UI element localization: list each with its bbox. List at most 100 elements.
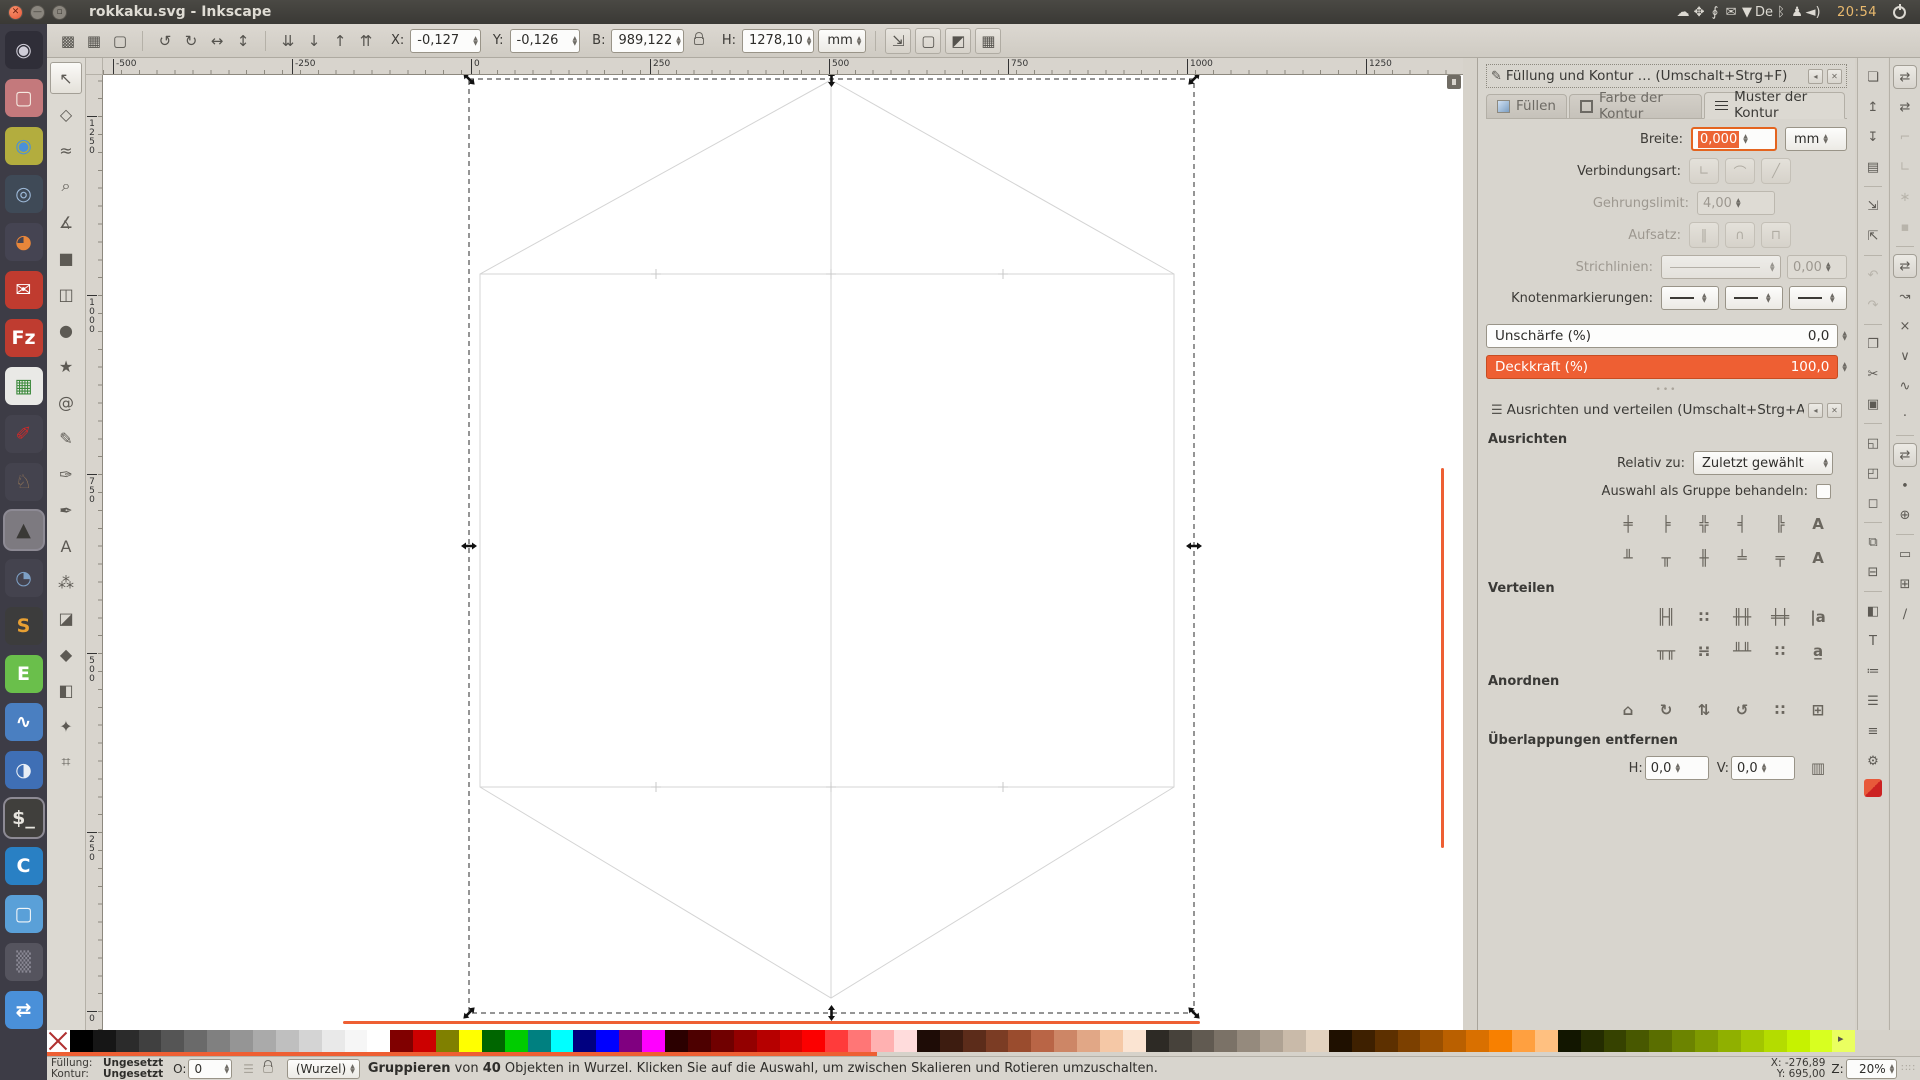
palette-swatch[interactable] — [1192, 1030, 1215, 1052]
ungroup-objects[interactable]: ⊟ — [1861, 560, 1885, 584]
palette-swatch[interactable] — [551, 1030, 574, 1052]
select-all[interactable]: ▩ — [55, 28, 81, 54]
affect-stroke-toggle[interactable]: ⇲ — [885, 28, 911, 54]
palette-swatch[interactable] — [505, 1030, 528, 1052]
overlap-h-field[interactable]: 0,0▲▼ — [1645, 756, 1709, 780]
snap-paths[interactable]: ↝ — [1893, 284, 1917, 308]
star-tool[interactable]: ★ — [50, 350, 82, 382]
palette-swatch[interactable] — [276, 1030, 299, 1052]
gradient-tool[interactable]: ◧ — [50, 674, 82, 706]
palette-swatch[interactable] — [345, 1030, 368, 1052]
mid-marker-select[interactable]: ▲▼ — [1725, 286, 1783, 310]
fill-stroke-header[interactable]: ✎ Füllung und Kontur … (Umschalt+Strg+F)… — [1486, 64, 1847, 88]
snap-bbox-corners[interactable]: ∟ — [1893, 155, 1917, 179]
xml-editor[interactable]: ≔ — [1861, 659, 1885, 683]
align-right-edges[interactable]: ╡ — [1727, 511, 1757, 537]
palette-swatch[interactable] — [1123, 1030, 1146, 1052]
join-round-button[interactable]: ⌒ — [1725, 158, 1755, 184]
palette-swatch[interactable] — [802, 1030, 825, 1052]
palette-swatch[interactable] — [161, 1030, 184, 1052]
overlap-v-field[interactable]: 0,0▲▼ — [1731, 756, 1795, 780]
copy[interactable]: ❐ — [1861, 332, 1885, 356]
snap-nodes[interactable]: ⇄ — [1893, 254, 1917, 278]
lower[interactable]: ↓ — [301, 28, 327, 54]
group-objects[interactable]: ⧉ — [1861, 530, 1885, 554]
palette-swatch[interactable] — [93, 1030, 116, 1052]
import-image[interactable]: ⇲ — [1861, 194, 1885, 218]
lower-to-bottom[interactable]: ⇊ — [275, 28, 301, 54]
palette-swatch[interactable] — [825, 1030, 848, 1052]
palette-swatch[interactable] — [1260, 1030, 1283, 1052]
redo[interactable]: ↷ — [1861, 293, 1885, 317]
align-top-edges[interactable]: ╥ — [1651, 545, 1681, 571]
box3d-tool[interactable]: ◫ — [50, 278, 82, 310]
align-dialog[interactable]: ☰ — [1861, 689, 1885, 713]
palette-swatch[interactable] — [1695, 1030, 1718, 1052]
notifications-bell-icon[interactable]: ♟ — [1789, 5, 1805, 20]
rectangle-tool[interactable]: ■ — [50, 242, 82, 274]
snap-bbox-centers[interactable]: ▪ — [1893, 215, 1917, 239]
palette-swatch[interactable] — [711, 1030, 734, 1052]
x-field[interactable]: -0,127▲▼ — [410, 29, 481, 53]
rokkaku-hexagon-outline[interactable] — [480, 80, 1174, 998]
bucket-fill-tool[interactable]: ◆ — [50, 638, 82, 670]
align-left-edges[interactable]: ╞ — [1651, 511, 1681, 537]
spin-arrows-icon[interactable]: ▲▼ — [573, 36, 578, 46]
raise[interactable]: ↑ — [327, 28, 353, 54]
mail-icon[interactable]: ✉ — [1723, 5, 1739, 20]
preferences-dialog[interactable]: ⚙ — [1861, 749, 1885, 773]
palette-swatch[interactable] — [734, 1030, 757, 1052]
palette-swatch[interactable] — [619, 1030, 642, 1052]
terminal-app[interactable]: $_ — [5, 799, 43, 837]
palette-swatch[interactable] — [871, 1030, 894, 1052]
unit-select[interactable]: mm▲▼ — [818, 29, 866, 53]
palette-swatch[interactable] — [299, 1030, 322, 1052]
snap-grids[interactable]: ⊞ — [1893, 572, 1917, 596]
rotate-cw[interactable]: ↻ — [178, 28, 204, 54]
dropper-tool[interactable]: ✦ — [50, 710, 82, 742]
spin-arrows-icon[interactable]: ▲▼ — [473, 36, 478, 46]
snap-bbox-edges[interactable]: ⌐ — [1893, 125, 1917, 149]
distribute-text-anchors-v[interactable]: a̲ — [1803, 638, 1833, 664]
palette-swatch[interactable] — [1466, 1030, 1489, 1052]
palette-swatch[interactable] — [1352, 1030, 1375, 1052]
palette-swatch[interactable] — [413, 1030, 436, 1052]
snap-others[interactable]: ⇄ — [1893, 443, 1917, 467]
snap-rotation-centers[interactable]: ⊕ — [1893, 503, 1917, 527]
distribute-bottom-edges[interactable]: ╨╨ — [1727, 638, 1757, 664]
zoom-to-selection[interactable]: ◱ — [1861, 431, 1885, 455]
volume-icon[interactable]: ◄) — [1805, 5, 1821, 20]
palette-swatch[interactable] — [70, 1030, 93, 1052]
sublime-text-app[interactable]: S — [5, 607, 43, 645]
affect-patterns-toggle[interactable]: ▦ — [975, 28, 1001, 54]
blue-white-app[interactable]: ▢ — [5, 895, 43, 933]
palette-swatch[interactable] — [1329, 1030, 1352, 1052]
palette-swatch[interactable] — [367, 1030, 390, 1052]
spin-arrows-icon[interactable]: ▲▼ — [224, 1064, 229, 1074]
magnifier-app[interactable]: ◔ — [5, 559, 43, 597]
palette-swatch[interactable] — [459, 1030, 482, 1052]
window-resize-grip[interactable]: ∷∷ — [1901, 1063, 1916, 1074]
deselect[interactable]: ▢ — [107, 28, 133, 54]
palette-swatch[interactable] — [1077, 1030, 1100, 1052]
palette-swatch[interactable] — [482, 1030, 505, 1052]
select-all-layers[interactable]: ▦ — [81, 28, 107, 54]
new-document[interactable]: ❏ — [1861, 65, 1885, 89]
filezilla-app[interactable]: Fz — [5, 319, 43, 357]
distribute-right-edges[interactable]: ╫╫ — [1727, 604, 1757, 630]
rotate-ccw[interactable]: ↺ — [152, 28, 178, 54]
dock-close-button[interactable]: ✕ — [1827, 69, 1842, 84]
power-icon[interactable] — [1893, 6, 1906, 19]
palette-swatch[interactable] — [1741, 1030, 1764, 1052]
cap-square-button[interactable]: ⊓ — [1761, 222, 1791, 248]
swatches-dialog[interactable]: ▦ — [1864, 779, 1882, 797]
affect-corners-toggle[interactable]: ▢ — [915, 28, 941, 54]
keyboard-layout-badge[interactable]: De — [1755, 5, 1773, 20]
distribute-horizontal-gaps[interactable]: ╪╪ — [1765, 604, 1795, 630]
align-top-to-bottom-edge[interactable]: ╤ — [1765, 545, 1795, 571]
files-app[interactable]: ▢ — [5, 79, 43, 117]
palette-swatch[interactable] — [1787, 1030, 1810, 1052]
c-blue-app[interactable]: C — [5, 847, 43, 885]
affect-gradients-toggle[interactable]: ◩ — [945, 28, 971, 54]
exchange-positions-clockwise[interactable]: ↺ — [1727, 697, 1757, 723]
